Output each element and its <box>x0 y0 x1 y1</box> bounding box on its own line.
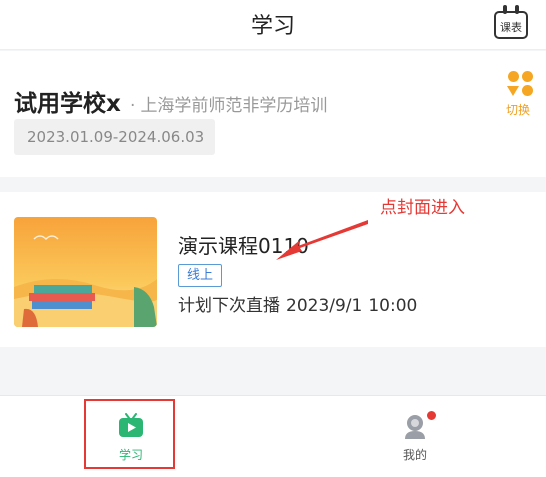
calendar-icon: 课表 <box>494 5 528 39</box>
annotation-highlight-box <box>84 399 175 469</box>
date-range-chip: 2023.01.09-2024.06.03 <box>14 119 215 155</box>
online-tag: 线上 <box>178 264 222 287</box>
switch-school-button[interactable]: 切换 <box>506 71 536 121</box>
switch-label: 切换 <box>506 103 531 117</box>
user-icon <box>405 415 425 439</box>
next-live-info: 计划下次直播 2023/9/1 10:00 <box>178 291 417 316</box>
school-name: 试用学校x <box>14 91 121 117</box>
course-cover-illustration <box>14 217 157 327</box>
tab-mine[interactable]: 我的 <box>355 396 475 477</box>
bottom-tab-bar: 学习 我的 <box>0 395 546 477</box>
top-bar: 学习 课表 <box>0 0 546 50</box>
study-page: 学习 课表 试用学校x · 上海学前师范非学历培训 2023.01.09-202… <box>0 0 546 477</box>
school-separator: · <box>129 96 136 116</box>
schedule-label: 课表 <box>500 21 522 34</box>
next-live-label: 计划下次直播 <box>178 296 280 316</box>
empty-space <box>0 347 546 395</box>
next-live-time: 10:00 <box>368 296 418 316</box>
school-card: 试用学校x · 上海学前师范非学历培训 2023.01.09-2024.06.0… <box>0 51 546 177</box>
next-live-date: 2023/9/1 <box>286 296 363 316</box>
schedule-button[interactable]: 课表 <box>494 5 528 41</box>
page-title: 学习 <box>250 14 295 39</box>
switch-icon <box>508 71 519 82</box>
notification-dot <box>426 410 437 421</box>
annotation-arrow-icon <box>276 220 368 260</box>
school-organization: 上海学前师范非学历培训 <box>140 96 328 116</box>
course-cover[interactable] <box>14 217 157 327</box>
school-line: 试用学校x · 上海学前师范非学历培训 <box>14 84 327 118</box>
tab-mine-label: 我的 <box>402 448 427 462</box>
annotation-tip: 点封面进入 <box>380 198 465 218</box>
